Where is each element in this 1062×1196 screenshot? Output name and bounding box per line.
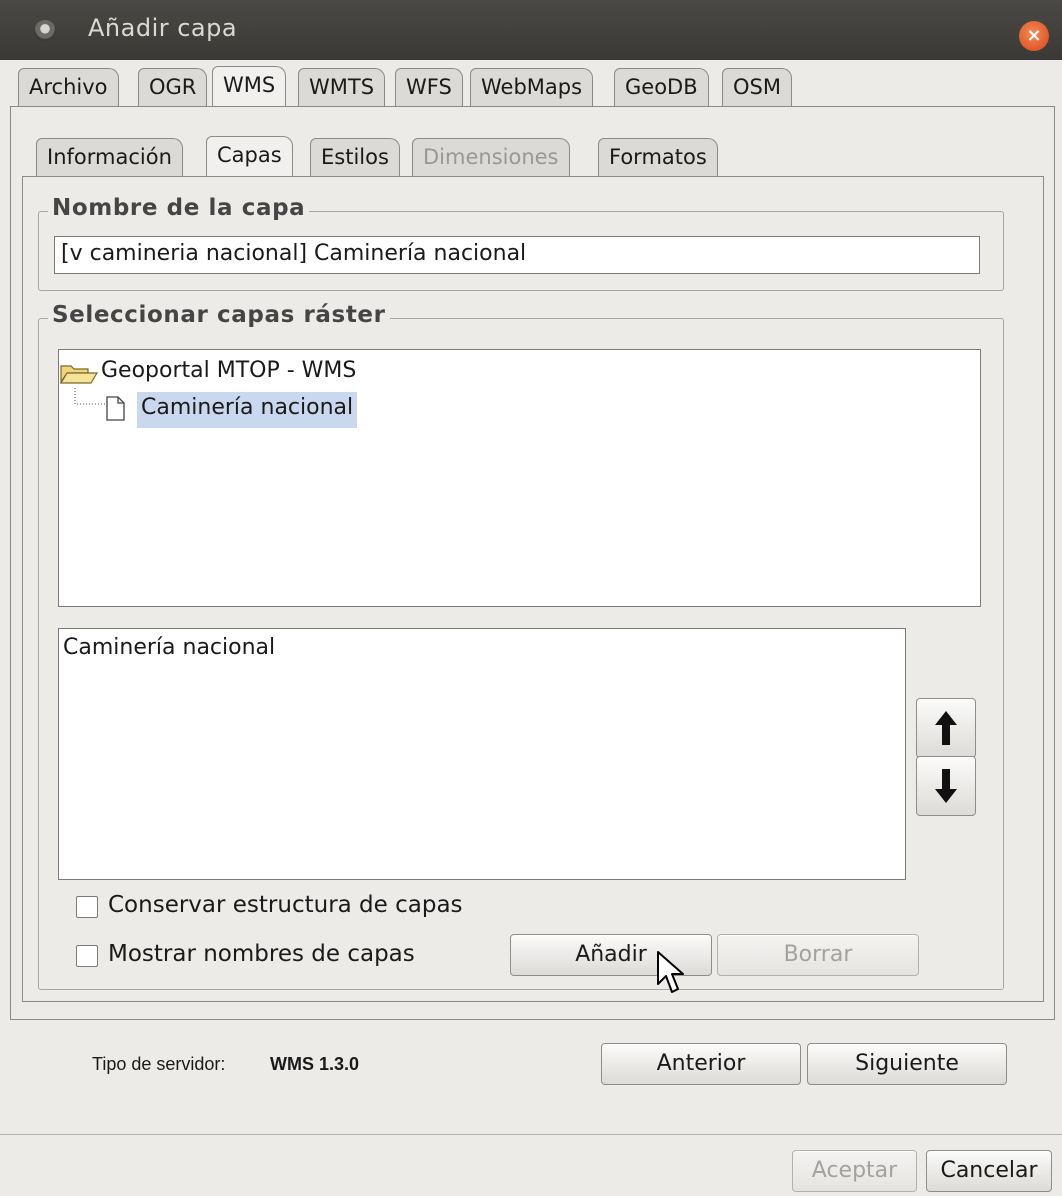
tab-dimensiones: Dimensiones <box>412 138 570 176</box>
tab-wmts[interactable]: WMTS <box>298 68 386 106</box>
checkbox-show-names-label: Mostrar nombres de capas <box>108 941 415 967</box>
tab-capas[interactable]: Capas <box>206 136 293 176</box>
checkbox-keep-structure-label: Conservar estructura de capas <box>108 892 463 918</box>
folder-open-icon <box>59 365 99 384</box>
layer-name-legend: Nombre de la capa <box>48 195 310 221</box>
window-title: Añadir capa <box>88 14 238 42</box>
delete-button: Borrar <box>717 934 919 976</box>
tab-webmaps[interactable]: WebMaps <box>470 68 594 106</box>
document-icon <box>106 396 125 421</box>
title-bar: Añadir capa × <box>0 0 1062 60</box>
move-up-button[interactable] <box>916 698 976 758</box>
raster-legend: Seleccionar capas ráster <box>48 302 390 328</box>
selected-layers-list[interactable]: Caminería nacional <box>58 628 906 880</box>
layer-name-value: [v camineria nacional] Caminería naciona… <box>61 241 527 266</box>
checkbox-show-names[interactable] <box>76 945 98 967</box>
tab-informacion[interactable]: Información <box>36 138 183 176</box>
footer-divider <box>0 1134 1062 1135</box>
tab-ogr[interactable]: OGR <box>138 68 208 106</box>
mouse-cursor-icon <box>657 951 684 993</box>
tab-estilos[interactable]: Estilos <box>310 138 400 176</box>
close-button[interactable]: × <box>1019 21 1049 51</box>
tab-formatos[interactable]: Formatos <box>598 138 718 176</box>
checkbox-keep-structure[interactable] <box>76 896 98 918</box>
layer-tree[interactable]: Geoportal MTOP - WMS Caminería nacional <box>58 349 981 607</box>
accept-button: Aceptar <box>792 1150 917 1192</box>
tab-geodb[interactable]: GeoDB <box>614 68 709 106</box>
move-down-button[interactable] <box>916 756 976 816</box>
server-type-value: WMS 1.3.0 <box>270 1054 360 1074</box>
tree-connector <box>74 388 105 405</box>
arrow-down-icon <box>935 769 957 803</box>
list-item[interactable]: Caminería nacional <box>63 635 275 660</box>
layer-name-field[interactable]: [v camineria nacional] Caminería naciona… <box>54 236 980 274</box>
app-icon <box>34 20 56 42</box>
tree-root-label[interactable]: Geoportal MTOP - WMS <box>101 358 356 383</box>
next-button[interactable]: Siguiente <box>807 1043 1007 1085</box>
tab-archivo[interactable]: Archivo <box>18 68 119 106</box>
previous-button[interactable]: Anterior <box>601 1043 801 1085</box>
tab-wfs[interactable]: WFS <box>395 68 463 106</box>
tab-osm[interactable]: OSM <box>722 68 792 106</box>
cancel-button[interactable]: Cancelar <box>926 1150 1052 1192</box>
tree-child-label[interactable]: Caminería nacional <box>137 392 358 428</box>
tab-wms[interactable]: WMS <box>212 66 287 106</box>
server-type-label: Tipo de servidor: <box>92 1054 226 1074</box>
arrow-up-icon <box>935 711 957 745</box>
